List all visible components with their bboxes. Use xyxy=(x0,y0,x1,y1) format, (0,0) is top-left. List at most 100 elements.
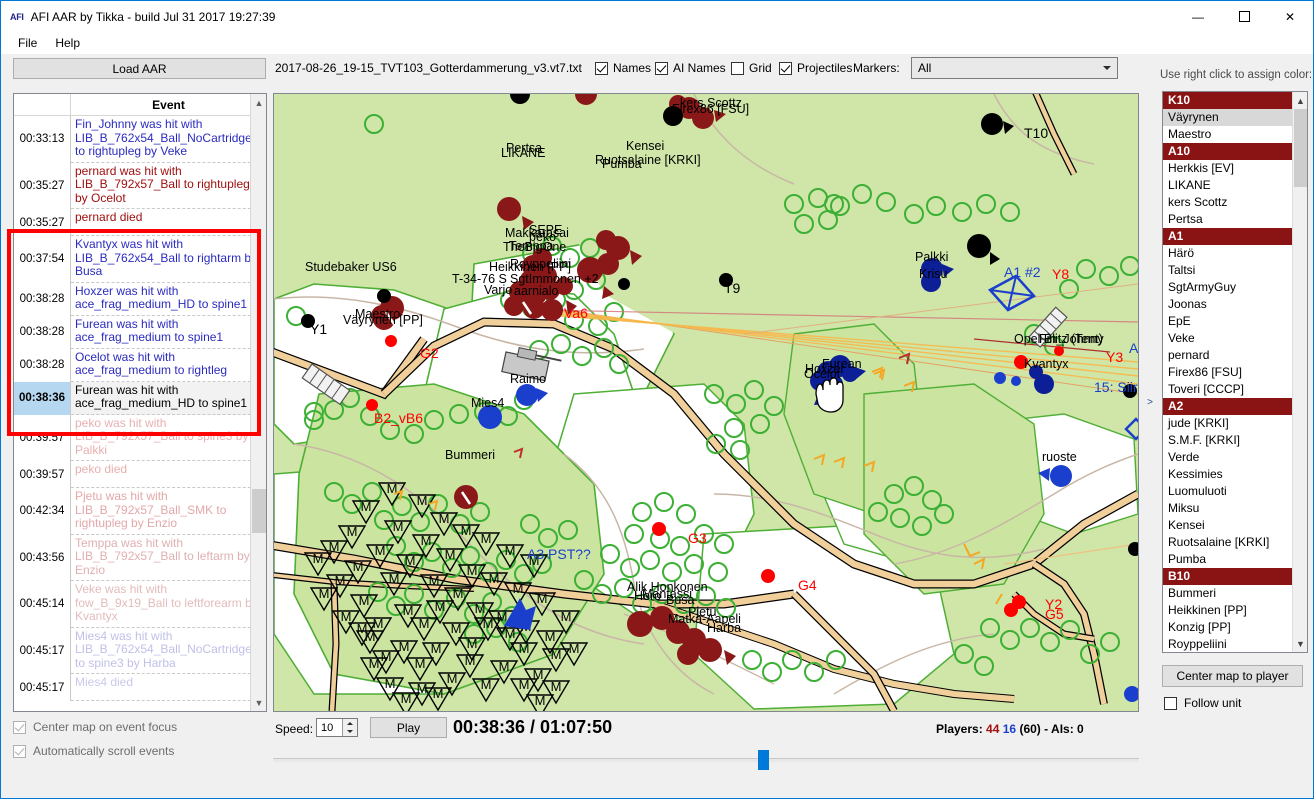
scroll-down-icon[interactable]: ▼ xyxy=(251,694,266,711)
event-text: Kvantyx was hit with LIB_B_762x54_Ball t… xyxy=(71,236,266,283)
checkbox-follow-unit[interactable]: Follow unit xyxy=(1164,696,1241,710)
map-view[interactable]: MMMMMMMMMMMMMMMMMMMMMMMMMMMMMMMMMMMMMMMM… xyxy=(273,93,1139,712)
svg-text:M: M xyxy=(535,693,546,708)
player-list-item[interactable]: Miksu xyxy=(1163,500,1293,517)
event-row[interactable]: 00:38:28 Ocelot was hit with ace_frag_med… xyxy=(14,348,266,382)
event-row[interactable]: 00:45:17 Mies4 was hit with LIB_B_762x54_… xyxy=(14,627,266,674)
event-row[interactable]: 00:42:34 Pjetu was hit with LIB_B_792x57_… xyxy=(14,488,266,535)
timeline-slider[interactable] xyxy=(273,750,1139,770)
center-map-to-player-button[interactable]: Center map to player xyxy=(1162,665,1303,687)
markers-dropdown[interactable]: All xyxy=(911,57,1118,79)
speed-spinner[interactable] xyxy=(342,719,357,736)
grid-checkbox-box[interactable] xyxy=(731,61,744,75)
player-list-item[interactable]: jude [KRKI] xyxy=(1163,415,1293,432)
spinner-up-icon[interactable] xyxy=(343,719,357,728)
player-list-item[interactable]: Joonas xyxy=(1163,296,1293,313)
timeline-track[interactable] xyxy=(273,758,1139,762)
event-list-panel[interactable]: Event 00:33:13 Fin_Johnny was hit with LI… xyxy=(13,93,267,712)
projectiles-checkbox-box[interactable] xyxy=(779,61,792,75)
player-list-item[interactable]: Firex86 [FSU] xyxy=(1163,364,1293,381)
close-button[interactable]: ✕ xyxy=(1267,1,1313,32)
event-row[interactable]: 00:37:54 Kvantyx was hit with LIB_B_762x5… xyxy=(14,236,266,283)
player-list-item[interactable]: Väyrynen xyxy=(1163,109,1293,126)
event-row[interactable]: 00:33:13 Fin_Johnny was hit with LIB_B_76… xyxy=(14,116,266,163)
player-group-header[interactable]: A1 xyxy=(1163,228,1293,245)
player-list-item[interactable]: Härö xyxy=(1163,245,1293,262)
player-list-item[interactable]: Kensei xyxy=(1163,517,1293,534)
player-list-item[interactable]: pernard xyxy=(1163,347,1293,364)
load-aar-button[interactable]: Load AAR xyxy=(13,58,266,79)
event-row[interactable]: 00:45:14 Veke was hit with fow_B_9x19_Bal… xyxy=(14,581,266,628)
map-grid-marker-label: A6 xyxy=(1129,340,1139,356)
player-list-item[interactable]: EpE xyxy=(1163,313,1293,330)
event-list-scrollbar[interactable]: ▲ ▼ xyxy=(250,94,266,711)
player-list-item[interactable]: Veke xyxy=(1163,330,1293,347)
player-group-header[interactable]: A10 xyxy=(1163,143,1293,160)
player-list-item[interactable]: S.M.F. [KRKI] xyxy=(1163,432,1293,449)
maximize-button[interactable] xyxy=(1221,1,1267,32)
player-list-item[interactable]: Herkkis [EV] xyxy=(1163,160,1293,177)
event-row[interactable]: 00:38:28 Furean was hit with ace_frag_med… xyxy=(14,315,266,349)
player-list-item[interactable]: Kessimies xyxy=(1163,466,1293,483)
player-list-item[interactable]: LIKANE xyxy=(1163,177,1293,194)
player-list-item[interactable]: Konzig [PP] xyxy=(1163,619,1293,636)
players-total-count: (60) xyxy=(1019,722,1041,736)
menu-help[interactable]: Help xyxy=(46,33,89,53)
timeline-thumb[interactable] xyxy=(758,750,769,770)
player-list-item[interactable]: Toveri [CCCP] xyxy=(1163,381,1293,398)
player-list-item[interactable]: Pertsa xyxy=(1163,211,1293,228)
checkbox-automatically-scroll-events[interactable]: Automatically scroll events xyxy=(13,744,177,758)
player-list-item[interactable]: SgtArmyGuy xyxy=(1163,279,1293,296)
svg-text:M: M xyxy=(375,543,386,558)
player-list-scrollbar[interactable]: ▲ ▼ xyxy=(1292,92,1307,652)
event-row[interactable]: 00:39:57 peko was hit with LIB_B_792x57_B… xyxy=(14,414,266,461)
menu-file[interactable]: File xyxy=(9,33,46,53)
play-button[interactable]: Play xyxy=(370,717,447,738)
map-unit-label: Raimo xyxy=(510,372,547,386)
player-scroll-down-icon[interactable]: ▼ xyxy=(1293,635,1307,652)
player-list-item[interactable]: Heikkinen [PP] xyxy=(1163,602,1293,619)
checkbox-ai-names[interactable]: AI Names xyxy=(655,61,726,75)
auto-scroll-checkbox-box[interactable] xyxy=(13,744,26,758)
minimize-button[interactable]: — xyxy=(1175,1,1221,32)
names-checkbox-box[interactable] xyxy=(595,61,608,75)
event-row[interactable]: 00:45:17 Mies4 died xyxy=(14,674,266,701)
chevron-down-icon[interactable] xyxy=(1098,59,1116,77)
event-row[interactable]: 00:38:28 Hoxzer was hit with ace_frag_med… xyxy=(14,282,266,316)
player-list-item[interactable]: kers Scottz xyxy=(1163,194,1293,211)
center-map-focus-checkbox-box[interactable] xyxy=(13,720,26,734)
follow-unit-checkbox-box[interactable] xyxy=(1164,696,1177,710)
checkbox-projectiles[interactable]: Projectiles xyxy=(779,61,852,75)
event-row[interactable]: 00:35:27 pernard died xyxy=(14,209,266,236)
spinner-down-icon[interactable] xyxy=(343,727,357,736)
ai-names-checkbox-box[interactable] xyxy=(655,61,668,75)
map-unit-label: Krisu xyxy=(919,267,948,281)
player-scroll-up-icon[interactable]: ▲ xyxy=(1293,92,1307,109)
player-list-item[interactable]: Verde xyxy=(1163,449,1293,466)
panel-splitter-handle[interactable]: > xyxy=(1143,93,1157,712)
event-row[interactable]: 00:35:27 pernard was hit with LIB_B_792x5… xyxy=(14,162,266,209)
event-row[interactable]: 00:43:56 Temppa was hit with LIB_B_792x57… xyxy=(14,534,266,581)
player-group-header[interactable]: B10 xyxy=(1163,568,1293,585)
player-list-item[interactable]: Bummeri xyxy=(1163,585,1293,602)
player-list-item[interactable]: Ruotsalaine [KRKI] xyxy=(1163,534,1293,551)
speed-input[interactable]: 10 xyxy=(316,718,358,737)
player-list-item[interactable]: Pumba xyxy=(1163,551,1293,568)
map-grid-marker-label: G5 xyxy=(1045,606,1064,622)
checkbox-names[interactable]: Names xyxy=(595,61,651,75)
checkbox-grid[interactable]: Grid xyxy=(731,61,772,75)
player-group-header[interactable]: A2 xyxy=(1163,398,1293,415)
player-group-header[interactable]: K10 xyxy=(1163,92,1293,109)
assign-color-hint: Use right click to assign color: xyxy=(1160,69,1313,81)
event-row[interactable]: 00:38:36 Furean was hit with ace_frag_med… xyxy=(14,381,266,415)
event-row[interactable]: 00:39:57 peko died xyxy=(14,461,266,488)
player-scroll-thumb[interactable] xyxy=(1294,109,1307,187)
player-list-item[interactable]: Luomuluoti xyxy=(1163,483,1293,500)
checkbox-center-map-on-event-focus[interactable]: Center map on event focus xyxy=(13,720,177,734)
player-list-item[interactable]: Taltsi xyxy=(1163,262,1293,279)
event-scroll-thumb[interactable] xyxy=(252,489,266,533)
player-list-panel[interactable]: K10 Väyrynen Maestro A10 Herkkis [EV] LIKANE k… xyxy=(1162,91,1308,653)
player-list-item[interactable]: Royppeliini xyxy=(1163,636,1293,652)
player-list-item[interactable]: Maestro xyxy=(1163,126,1293,143)
scroll-up-icon[interactable]: ▲ xyxy=(251,94,266,111)
